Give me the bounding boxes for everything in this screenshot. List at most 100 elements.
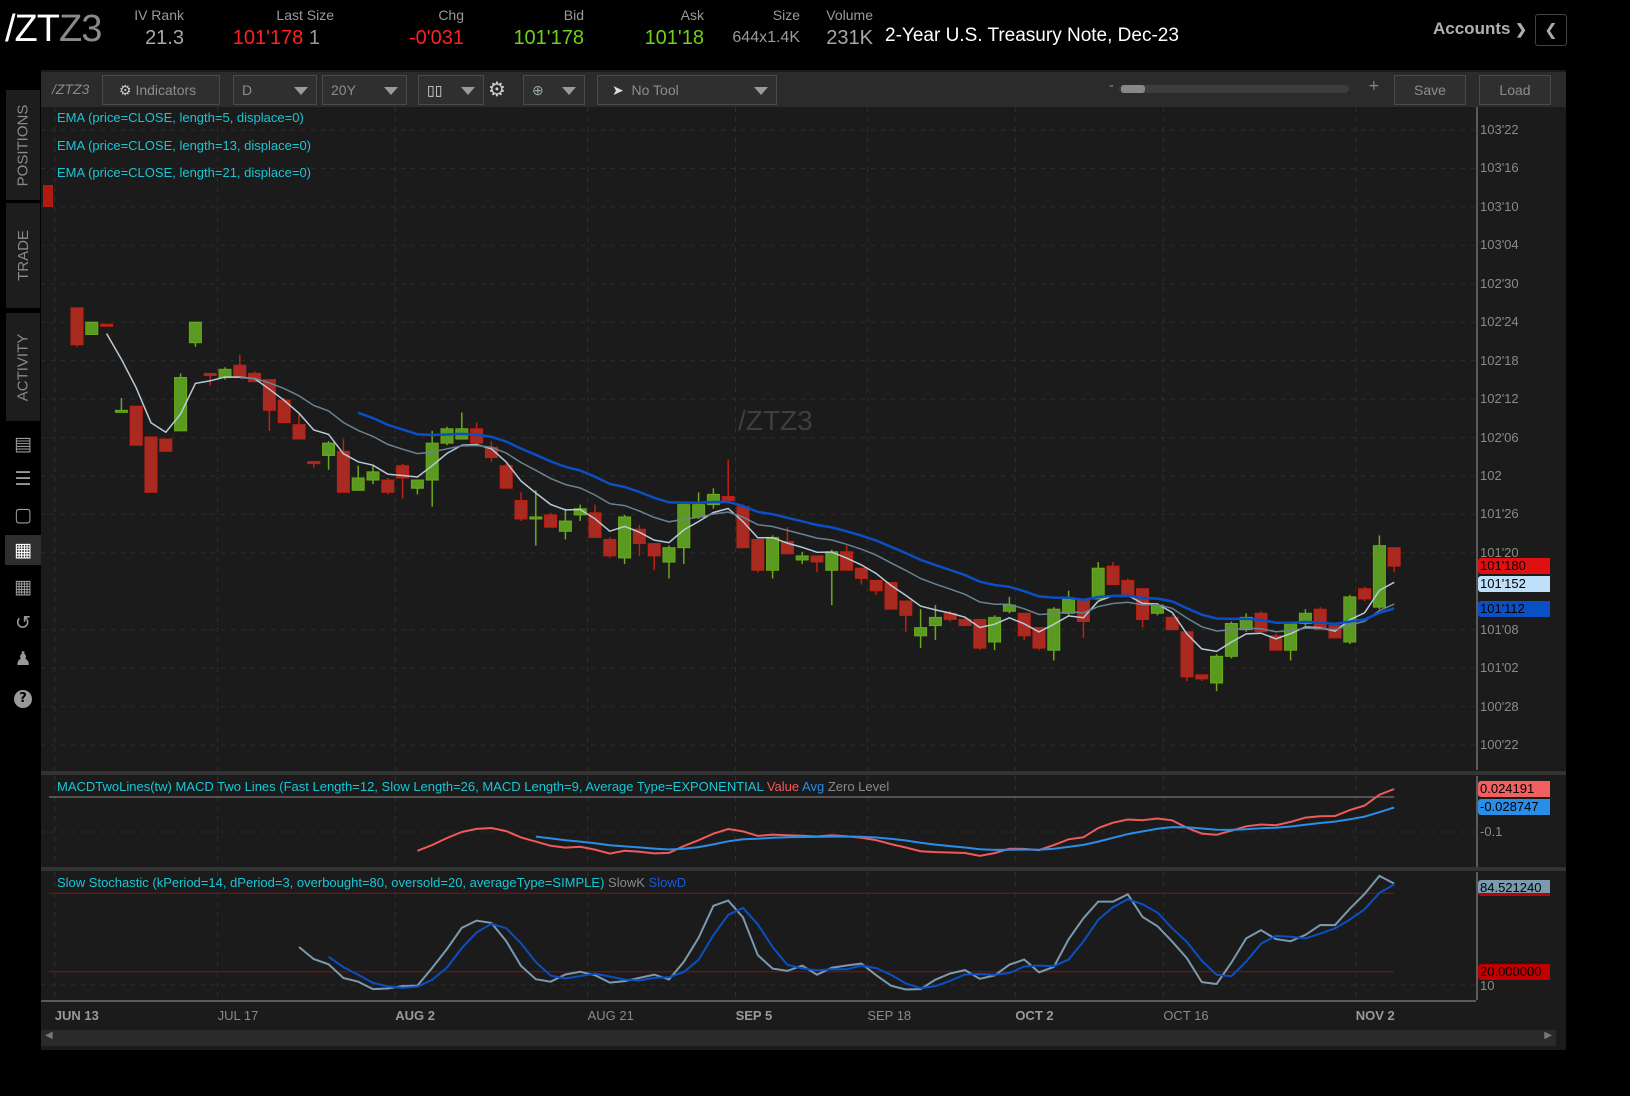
drawing-tool-dropdown[interactable]: ➤ No Tool: [597, 75, 777, 105]
symbol-title: /ZTZ3: [5, 8, 102, 51]
time-tick: SEP 5: [735, 1008, 773, 1023]
scroll-right-icon[interactable]: ▶: [1544, 1030, 1552, 1041]
sidebar-tab-positions[interactable]: POSITIONS: [6, 90, 40, 200]
bid-value[interactable]: 101'178: [484, 27, 584, 50]
candle: [410, 479, 424, 495]
candle: [1313, 607, 1327, 631]
sidebar-tab-trade[interactable]: TRADE: [6, 203, 40, 308]
help-icon[interactable]: ?: [8, 681, 38, 711]
tv-icon[interactable]: ▢: [8, 500, 38, 530]
macd-legend-avg: Avg: [802, 779, 825, 794]
community-icon[interactable]: ♟: [8, 644, 38, 674]
candle: [692, 492, 706, 519]
candle: [914, 609, 928, 649]
chevron-left-icon: ❮: [1544, 20, 1558, 39]
price-tick: 103'10: [1480, 198, 1519, 214]
candle: [440, 426, 454, 446]
candle-body: [529, 516, 543, 520]
candle: [1121, 578, 1135, 596]
load-button[interactable]: Load: [1479, 75, 1551, 105]
candle-body: [795, 555, 809, 561]
study-legend-ema13[interactable]: EMA (price=CLOSE, length=13, displace=0): [57, 138, 311, 153]
macd-value-line: [417, 788, 1395, 857]
aggregation-dropdown[interactable]: D: [233, 75, 317, 105]
pane-divider[interactable]: [41, 867, 1566, 871]
macd-avg-tag: -0.028747: [1478, 799, 1550, 815]
timeframe-dropdown[interactable]: 20Y: [322, 75, 407, 105]
candle: [351, 465, 365, 491]
caret-down-icon: [384, 87, 398, 95]
candle-body: [677, 504, 691, 549]
candle-body: [100, 323, 114, 327]
zoom-in-button[interactable]: +: [1368, 78, 1380, 94]
chg-label: Chg: [438, 7, 464, 23]
tab-label: POSITIONS: [14, 104, 32, 186]
price-chart[interactable]: [41, 107, 1476, 770]
last-price: 101'178: [232, 27, 304, 49]
chart-icon[interactable]: ▦: [5, 535, 41, 565]
horizontal-scrollbar[interactable]: ◀ ▶: [41, 1030, 1556, 1046]
session-marker: [43, 185, 53, 207]
candle: [70, 307, 84, 347]
drawing-set-dropdown[interactable]: ⊕: [523, 75, 585, 105]
history-icon[interactable]: ↺: [8, 608, 38, 638]
stochastic-tick: 10: [1480, 978, 1495, 993]
caret-down-icon: [754, 87, 768, 95]
macd-legend[interactable]: MACDTwoLines(tw) MACD Two Lines (Fast Le…: [57, 779, 889, 794]
candle-body: [884, 582, 898, 610]
candle-body: [144, 436, 158, 493]
candle: [1136, 588, 1150, 628]
zoom-slider[interactable]: [1119, 85, 1349, 93]
stochastic-chart[interactable]: [41, 872, 1476, 1000]
candle-body: [1121, 579, 1135, 596]
candle-body: [159, 438, 173, 452]
price-tick: 102'06: [1480, 429, 1519, 445]
candle-body: [351, 477, 365, 491]
zoom-out-button[interactable]: -: [1109, 78, 1114, 94]
zoom-slider-thumb[interactable]: [1121, 85, 1145, 93]
candle: [588, 504, 602, 538]
candle-body: [70, 307, 84, 346]
watchlist-icon[interactable]: ☰: [8, 464, 38, 494]
time-tick: JUN 13: [54, 1008, 99, 1023]
ask-label: Ask: [680, 7, 704, 23]
news-icon[interactable]: ▤: [8, 429, 38, 459]
candle-body: [129, 405, 143, 446]
price-tick: 102'18: [1480, 352, 1519, 368]
study-legend-ema5[interactable]: EMA (price=CLOSE, length=5, displace=0): [57, 110, 304, 125]
ask-value[interactable]: 101'18: [604, 27, 704, 50]
scroll-left-icon[interactable]: ◀: [45, 1030, 53, 1041]
sidebar-tab-activity[interactable]: ACTIVITY: [6, 313, 40, 421]
last-size-label: Last Size: [276, 7, 334, 23]
candle-body: [514, 500, 528, 520]
candle-body: [1091, 567, 1105, 600]
candle-body: [1313, 608, 1327, 631]
gear-icon[interactable]: ⚙: [488, 77, 506, 101]
grid-icon[interactable]: ▦: [8, 572, 38, 602]
candle-body: [618, 516, 632, 559]
candle-body: [751, 538, 765, 571]
price-axis-line: [1476, 107, 1478, 770]
candlestick-icon: ▯▯: [427, 82, 443, 98]
candle: [1387, 547, 1401, 573]
candle-body: [1210, 655, 1224, 684]
slowd-line: [328, 883, 1395, 990]
accounts-menu[interactable]: Accounts ❯: [1433, 19, 1527, 39]
candle-body: [721, 495, 735, 502]
collapse-panel-button[interactable]: ❮: [1535, 14, 1567, 46]
price-tag: 101'152: [1478, 575, 1550, 592]
candle: [1047, 607, 1061, 661]
price-tick: 102'12: [1480, 391, 1519, 407]
candle: [100, 323, 114, 327]
candle-body: [988, 616, 1002, 643]
candle-body: [1106, 565, 1120, 586]
study-legend-ema21[interactable]: EMA (price=CLOSE, length=21, displace=0): [57, 165, 311, 180]
indicators-button[interactable]: ⚙ Indicators: [102, 75, 220, 105]
caret-down-icon: [562, 87, 576, 95]
stochastic-legend[interactable]: Slow Stochastic (kPeriod=14, dPeriod=3, …: [57, 875, 686, 890]
candle: [958, 617, 972, 627]
candle: [854, 567, 868, 585]
save-button[interactable]: Save: [1394, 75, 1466, 105]
pane-divider[interactable]: [41, 771, 1566, 775]
chart-type-dropdown[interactable]: ▯▯: [418, 75, 484, 105]
